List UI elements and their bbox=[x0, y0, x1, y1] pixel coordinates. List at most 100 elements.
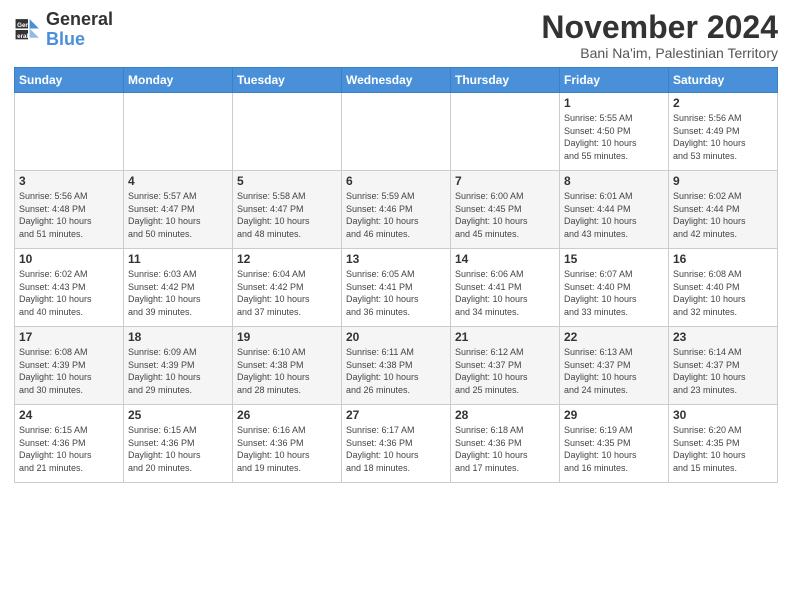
day-info: Sunrise: 6:11 AM Sunset: 4:38 PM Dayligh… bbox=[346, 346, 446, 396]
day-cell: 27 Sunrise: 6:17 AM Sunset: 4:36 PM Dayli… bbox=[342, 405, 451, 483]
day-number: 26 bbox=[237, 408, 337, 422]
logo: Gen eral General Blue bbox=[14, 10, 113, 50]
header-cell-sunday: Sunday bbox=[15, 68, 124, 93]
day-info: Sunrise: 6:14 AM Sunset: 4:37 PM Dayligh… bbox=[673, 346, 773, 396]
day-cell: 1 Sunrise: 5:55 AM Sunset: 4:50 PM Daylig… bbox=[560, 93, 669, 171]
day-number: 6 bbox=[346, 174, 446, 188]
day-cell: 24 Sunrise: 6:15 AM Sunset: 4:36 PM Dayli… bbox=[15, 405, 124, 483]
week-row-1: 1 Sunrise: 5:55 AM Sunset: 4:50 PM Daylig… bbox=[15, 93, 778, 171]
day-cell: 2Sunrise: 5:56 AM Sunset: 4:49 PM Daylig… bbox=[669, 93, 778, 171]
day-cell: 3 Sunrise: 5:56 AM Sunset: 4:48 PM Daylig… bbox=[15, 171, 124, 249]
day-info: Sunrise: 6:19 AM Sunset: 4:35 PM Dayligh… bbox=[564, 424, 664, 474]
logo-text: General Blue bbox=[46, 10, 113, 50]
day-info: Sunrise: 5:57 AM Sunset: 4:47 PM Dayligh… bbox=[128, 190, 228, 240]
logo-icon: Gen eral bbox=[14, 16, 42, 44]
day-info: Sunrise: 6:16 AM Sunset: 4:36 PM Dayligh… bbox=[237, 424, 337, 474]
day-number: 22 bbox=[564, 330, 664, 344]
location-subtitle: Bani Na'im, Palestinian Territory bbox=[541, 45, 778, 61]
day-info: Sunrise: 5:55 AM Sunset: 4:50 PM Dayligh… bbox=[564, 112, 664, 162]
day-info: Sunrise: 6:07 AM Sunset: 4:40 PM Dayligh… bbox=[564, 268, 664, 318]
day-number: 8 bbox=[564, 174, 664, 188]
day-number: 17 bbox=[19, 330, 119, 344]
header-cell-monday: Monday bbox=[124, 68, 233, 93]
day-cell bbox=[233, 93, 342, 171]
header-cell-tuesday: Tuesday bbox=[233, 68, 342, 93]
day-cell: 16 Sunrise: 6:08 AM Sunset: 4:40 PM Dayli… bbox=[669, 249, 778, 327]
day-info: Sunrise: 6:08 AM Sunset: 4:40 PM Dayligh… bbox=[673, 268, 773, 318]
day-number: 5 bbox=[237, 174, 337, 188]
day-number: 30 bbox=[673, 408, 773, 422]
day-info: Sunrise: 6:06 AM Sunset: 4:41 PM Dayligh… bbox=[455, 268, 555, 318]
day-info: Sunrise: 6:02 AM Sunset: 4:44 PM Dayligh… bbox=[673, 190, 773, 240]
day-info: Sunrise: 6:18 AM Sunset: 4:36 PM Dayligh… bbox=[455, 424, 555, 474]
day-number: 12 bbox=[237, 252, 337, 266]
day-cell: 12 Sunrise: 6:04 AM Sunset: 4:42 PM Dayli… bbox=[233, 249, 342, 327]
day-number: 18 bbox=[128, 330, 228, 344]
header-cell-friday: Friday bbox=[560, 68, 669, 93]
day-number: 9 bbox=[673, 174, 773, 188]
svg-text:Gen: Gen bbox=[17, 22, 29, 29]
day-info: Sunrise: 5:59 AM Sunset: 4:46 PM Dayligh… bbox=[346, 190, 446, 240]
day-cell: 19Sunrise: 6:10 AM Sunset: 4:38 PM Dayli… bbox=[233, 327, 342, 405]
day-number: 19 bbox=[237, 330, 337, 344]
day-number: 21 bbox=[455, 330, 555, 344]
logo-line1: General bbox=[46, 10, 113, 30]
day-cell: 7 Sunrise: 6:00 AM Sunset: 4:45 PM Daylig… bbox=[451, 171, 560, 249]
day-cell: 25 Sunrise: 6:15 AM Sunset: 4:36 PM Dayli… bbox=[124, 405, 233, 483]
day-cell: 11Sunrise: 6:03 AM Sunset: 4:42 PM Dayli… bbox=[124, 249, 233, 327]
day-number: 25 bbox=[128, 408, 228, 422]
day-number: 20 bbox=[346, 330, 446, 344]
day-cell: 17 Sunrise: 6:08 AM Sunset: 4:39 PM Dayli… bbox=[15, 327, 124, 405]
day-cell: 4 Sunrise: 5:57 AM Sunset: 4:47 PM Daylig… bbox=[124, 171, 233, 249]
day-cell: 18 Sunrise: 6:09 AM Sunset: 4:39 PM Dayli… bbox=[124, 327, 233, 405]
day-info: Sunrise: 6:09 AM Sunset: 4:39 PM Dayligh… bbox=[128, 346, 228, 396]
day-cell: 13Sunrise: 6:05 AM Sunset: 4:41 PM Dayli… bbox=[342, 249, 451, 327]
day-number: 16 bbox=[673, 252, 773, 266]
day-info: Sunrise: 6:15 AM Sunset: 4:36 PM Dayligh… bbox=[128, 424, 228, 474]
day-info: Sunrise: 6:20 AM Sunset: 4:35 PM Dayligh… bbox=[673, 424, 773, 474]
day-cell bbox=[342, 93, 451, 171]
day-cell: 20 Sunrise: 6:11 AM Sunset: 4:38 PM Dayli… bbox=[342, 327, 451, 405]
day-number: 4 bbox=[128, 174, 228, 188]
day-number: 7 bbox=[455, 174, 555, 188]
day-info: Sunrise: 5:58 AM Sunset: 4:47 PM Dayligh… bbox=[237, 190, 337, 240]
day-cell: 6 Sunrise: 5:59 AM Sunset: 4:46 PM Daylig… bbox=[342, 171, 451, 249]
day-info: Sunrise: 6:01 AM Sunset: 4:44 PM Dayligh… bbox=[564, 190, 664, 240]
day-number: 28 bbox=[455, 408, 555, 422]
day-cell: 29 Sunrise: 6:19 AM Sunset: 4:35 PM Dayli… bbox=[560, 405, 669, 483]
day-number: 27 bbox=[346, 408, 446, 422]
day-cell: 22Sunrise: 6:13 AM Sunset: 4:37 PM Dayli… bbox=[560, 327, 669, 405]
day-info: Sunrise: 6:02 AM Sunset: 4:43 PM Dayligh… bbox=[19, 268, 119, 318]
week-row-3: 10Sunrise: 6:02 AM Sunset: 4:43 PM Dayli… bbox=[15, 249, 778, 327]
day-number: 1 bbox=[564, 96, 664, 110]
day-info: Sunrise: 6:15 AM Sunset: 4:36 PM Dayligh… bbox=[19, 424, 119, 474]
week-row-2: 3 Sunrise: 5:56 AM Sunset: 4:48 PM Daylig… bbox=[15, 171, 778, 249]
day-info: Sunrise: 6:08 AM Sunset: 4:39 PM Dayligh… bbox=[19, 346, 119, 396]
day-number: 3 bbox=[19, 174, 119, 188]
day-number: 23 bbox=[673, 330, 773, 344]
page: Gen eral General Blue November 2024 Bani… bbox=[0, 0, 792, 612]
header-cell-wednesday: Wednesday bbox=[342, 68, 451, 93]
day-info: Sunrise: 6:04 AM Sunset: 4:42 PM Dayligh… bbox=[237, 268, 337, 318]
calendar-header: SundayMondayTuesdayWednesdayThursdayFrid… bbox=[15, 68, 778, 93]
day-cell: 30 Sunrise: 6:20 AM Sunset: 4:35 PM Dayli… bbox=[669, 405, 778, 483]
day-number: 15 bbox=[564, 252, 664, 266]
day-cell: 15 Sunrise: 6:07 AM Sunset: 4:40 PM Dayli… bbox=[560, 249, 669, 327]
day-cell: 23 Sunrise: 6:14 AM Sunset: 4:37 PM Dayli… bbox=[669, 327, 778, 405]
day-info: Sunrise: 6:17 AM Sunset: 4:36 PM Dayligh… bbox=[346, 424, 446, 474]
day-cell: 21Sunrise: 6:12 AM Sunset: 4:37 PM Dayli… bbox=[451, 327, 560, 405]
day-info: Sunrise: 5:56 AM Sunset: 4:48 PM Dayligh… bbox=[19, 190, 119, 240]
calendar-body: 1 Sunrise: 5:55 AM Sunset: 4:50 PM Daylig… bbox=[15, 93, 778, 483]
day-info: Sunrise: 6:00 AM Sunset: 4:45 PM Dayligh… bbox=[455, 190, 555, 240]
calendar-table: SundayMondayTuesdayWednesdayThursdayFrid… bbox=[14, 67, 778, 483]
day-cell: 5 Sunrise: 5:58 AM Sunset: 4:47 PM Daylig… bbox=[233, 171, 342, 249]
day-number: 24 bbox=[19, 408, 119, 422]
day-cell: 28 Sunrise: 6:18 AM Sunset: 4:36 PM Dayli… bbox=[451, 405, 560, 483]
day-cell bbox=[15, 93, 124, 171]
day-number: 11 bbox=[128, 252, 228, 266]
day-cell: 14Sunrise: 6:06 AM Sunset: 4:41 PM Dayli… bbox=[451, 249, 560, 327]
day-cell: 8 Sunrise: 6:01 AM Sunset: 4:44 PM Daylig… bbox=[560, 171, 669, 249]
day-number: 29 bbox=[564, 408, 664, 422]
day-info: Sunrise: 6:05 AM Sunset: 4:41 PM Dayligh… bbox=[346, 268, 446, 318]
logo-line2: Blue bbox=[46, 30, 113, 50]
